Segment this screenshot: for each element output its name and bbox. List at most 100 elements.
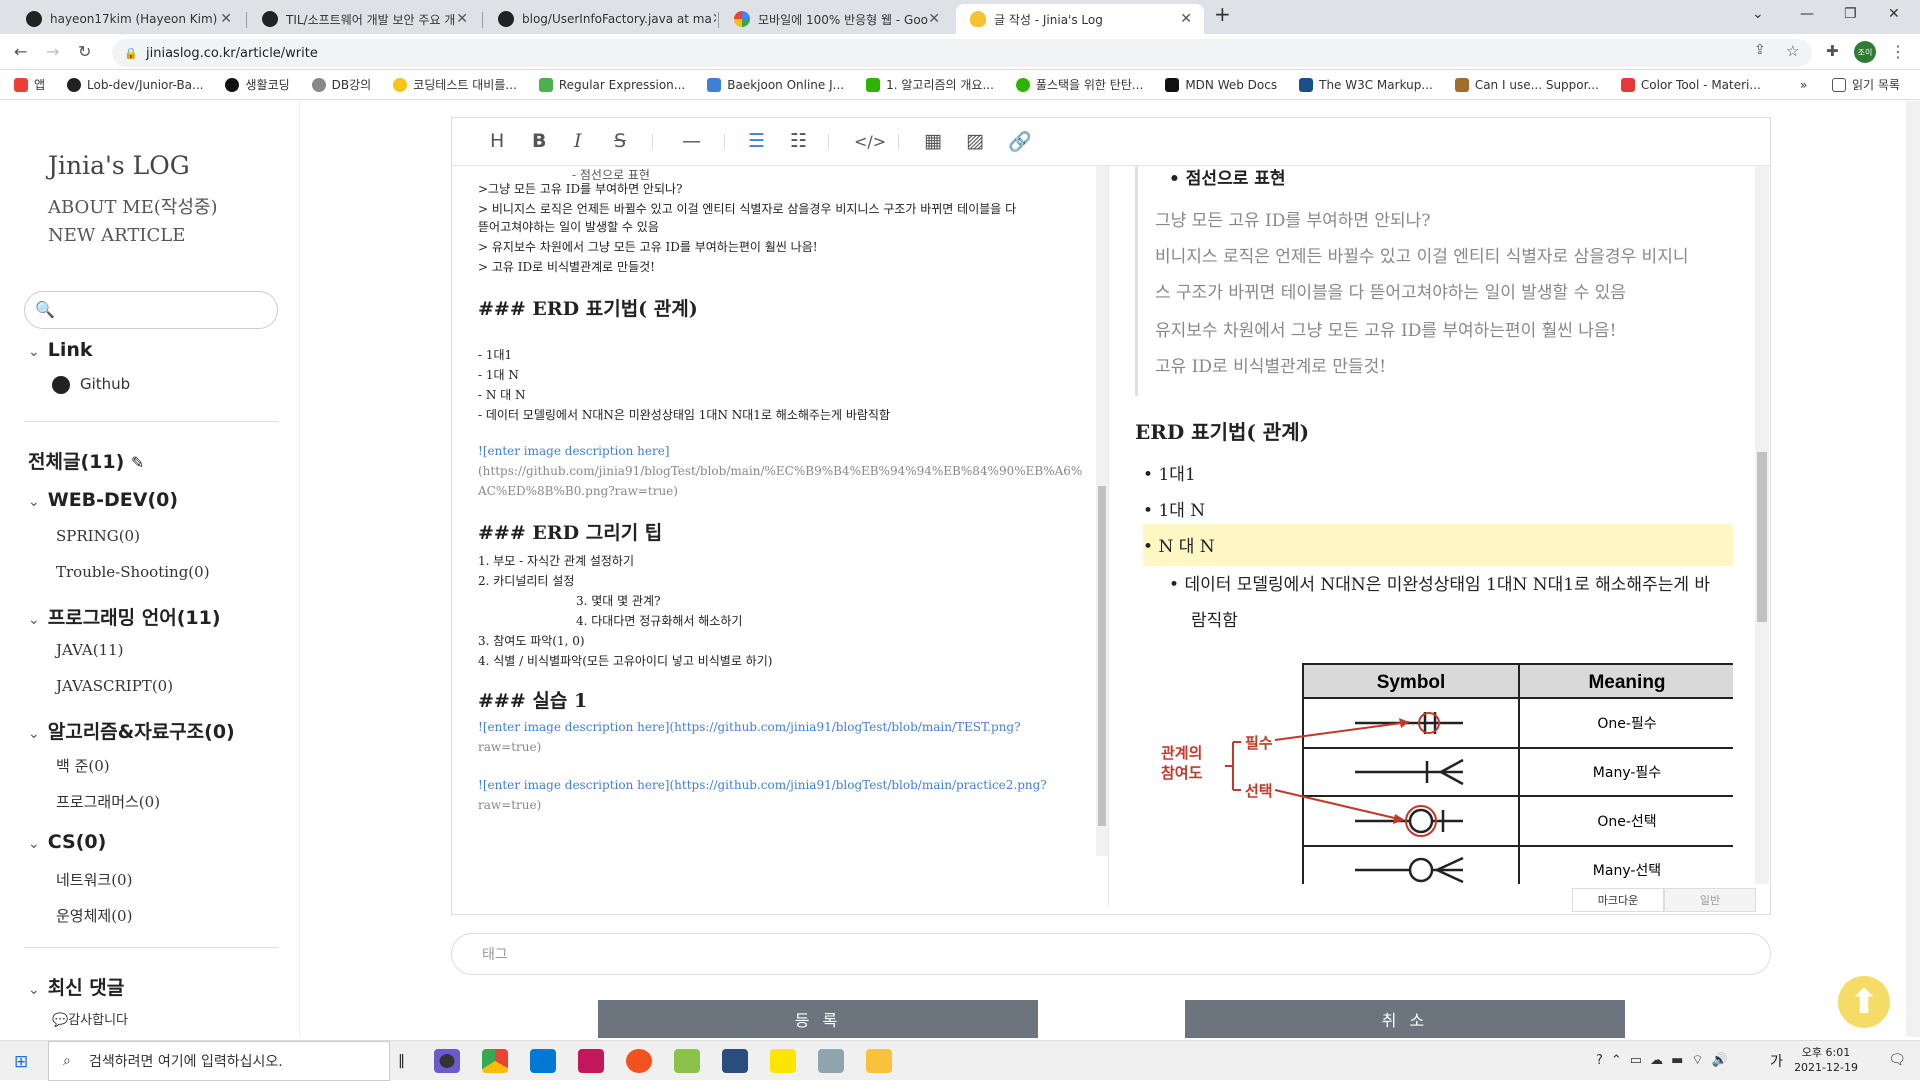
link-icon[interactable]: 🔗 (1008, 130, 1032, 153)
windows-start-icon[interactable]: ⊞ (14, 1052, 28, 1072)
nav-new-article[interactable]: NEW ARTICLE (48, 225, 185, 246)
browser-tab[interactable]: 모바일에 100% 반응형 웹 - Goo ✕ (720, 4, 952, 34)
blog-logo[interactable]: Jinia's LOG (48, 151, 190, 180)
close-tab-icon[interactable]: ✕ (712, 11, 716, 27)
category-algorithm[interactable]: ⌄ 알고리즘&자료구조(0) (28, 717, 235, 744)
category-item[interactable]: SPRING(0) (56, 527, 140, 545)
category-item[interactable]: JAVASCRIPT(0) (56, 677, 173, 695)
desktop-app-icon[interactable] (818, 1049, 844, 1073)
all-posts[interactable]: 전체글(11) ✎ (28, 447, 144, 474)
markdown-scrollbar[interactable] (1096, 166, 1108, 856)
category-web-dev[interactable]: ⌄ WEB-DEV(0) (28, 489, 178, 511)
chrome-icon[interactable] (482, 1049, 508, 1073)
profile-avatar[interactable]: 조이 (1854, 41, 1876, 63)
scroll-top-button[interactable]: ⬆ (1838, 976, 1890, 1028)
italic-icon[interactable]: I (574, 130, 582, 152)
link-github[interactable]: Github (52, 375, 130, 394)
pencil-icon[interactable]: ✎ (131, 453, 144, 472)
close-tab-icon[interactable]: ✕ (456, 11, 468, 27)
category-cs[interactable]: ⌄ CS(0) (28, 831, 106, 853)
vscode-icon[interactable] (530, 1049, 556, 1073)
comment-item[interactable]: 💬감사합니다 (52, 1009, 128, 1028)
mode-tab-wysiwyg[interactable]: 일반 (1664, 888, 1756, 912)
bookmark-item[interactable]: Color Tool - Materi... (1620, 77, 1761, 92)
minimize-icon[interactable]: — (1800, 6, 1814, 22)
strike-icon[interactable]: S (614, 130, 626, 152)
category-item[interactable]: Trouble-Shooting(0) (56, 563, 210, 581)
bookmark-item[interactable]: 앱 (14, 76, 45, 93)
postman-icon[interactable] (626, 1049, 652, 1073)
close-tab-icon[interactable]: ✕ (1180, 11, 1192, 27)
bookmarks-more[interactable]: » (1800, 78, 1807, 92)
browser-tab-active[interactable]: 글 작성 - Jinia's Log ✕ (956, 4, 1204, 34)
task-view-icon[interactable]: ‖ (398, 1053, 405, 1069)
bookmark-item[interactable]: 코딩테스트 대비를... (393, 76, 517, 93)
hr-icon[interactable]: — (682, 130, 701, 152)
heading-icon[interactable]: H (490, 130, 504, 152)
bookmark-item[interactable]: Baekjoon Online J... (707, 77, 844, 92)
notification-icon[interactable]: 🗨 (1888, 1052, 1906, 1068)
taskbar-app-icon[interactable] (434, 1049, 460, 1073)
link-section[interactable]: ⌄ Link (28, 339, 93, 361)
forward-icon[interactable]: → (46, 42, 59, 61)
bookmark-star-icon[interactable]: ☆ (1786, 42, 1799, 60)
bookmark-item[interactable]: 풀스택을 위한 탄탄... (1015, 76, 1143, 93)
back-icon[interactable]: ← (14, 42, 27, 61)
bullet-list-icon[interactable]: ☰ (748, 130, 765, 152)
share-icon[interactable]: ⇪ (1754, 42, 1766, 58)
recent-comments[interactable]: ⌄ 최신 댓글 (28, 973, 124, 1000)
sidebar-search-input[interactable]: 🔍 (24, 291, 278, 329)
file-explorer-icon[interactable] (866, 1049, 892, 1073)
category-item[interactable]: 운영체제(0) (56, 905, 132, 926)
preview-scrollbar[interactable] (1755, 166, 1769, 884)
browser-tab[interactable]: blog/UserInfoFactory.java at ma✕ (484, 4, 716, 34)
bookmark-item[interactable]: The W3C Markup... (1299, 77, 1433, 92)
ime-indicator[interactable]: 가 (1770, 1051, 1783, 1071)
scrollbar-thumb[interactable] (1098, 486, 1106, 826)
tag-input[interactable]: 태그 (451, 933, 1771, 975)
cancel-button[interactable]: 취 소 (1185, 1000, 1625, 1038)
bookmark-item[interactable]: DB강의 (311, 76, 371, 93)
bookmark-item[interactable]: 생활코딩 (225, 76, 290, 93)
close-tab-icon[interactable]: ✕ (928, 11, 940, 27)
nav-about-me[interactable]: ABOUT ME(작성중) (48, 193, 218, 219)
bookmark-item[interactable]: 1. 알고리즘의 개요... (866, 76, 994, 93)
ordered-list-icon[interactable]: ☷ (790, 130, 807, 152)
category-item[interactable]: JAVA(11) (56, 641, 124, 659)
image-icon[interactable]: ▨ (966, 130, 984, 152)
code-icon[interactable]: </> (854, 132, 886, 151)
category-item[interactable]: 네트워크(0) (56, 869, 132, 890)
scrollbar-thumb[interactable] (1757, 452, 1767, 622)
category-item[interactable]: 백 준(0) (56, 755, 110, 776)
bookmark-item[interactable]: Can I use... Suppor... (1454, 77, 1599, 92)
intellij-icon[interactable] (578, 1049, 604, 1073)
url-field[interactable]: 🔒 jiniaslog.co.kr/article/write (112, 39, 1812, 67)
category-programming[interactable]: ⌄ 프로그래밍 언어(11) (28, 603, 221, 630)
bookmark-item[interactable]: MDN Web Docs (1165, 77, 1277, 92)
markdown-input[interactable]: - 점선으로 표현 >그냥 모든 고유 ID를 부여하면 안되나? > 비니지스… (452, 166, 1096, 906)
bookmark-item[interactable]: Regular Expression... (538, 77, 685, 92)
taskbar-app-icon[interactable] (722, 1049, 748, 1073)
taskbar-app-icon[interactable] (674, 1049, 700, 1073)
system-tray-icons[interactable]: ?⌃▭☁▬⌔🔊 (1596, 1052, 1736, 1068)
clock[interactable]: 오후 6:01 2021-12-19 (1794, 1045, 1858, 1075)
page-scrollbar[interactable] (1906, 101, 1920, 1037)
bold-icon[interactable]: B (532, 130, 546, 152)
reading-list[interactable]: 읽기 목록 (1832, 76, 1900, 93)
reload-icon[interactable]: ↻ (78, 42, 91, 61)
mode-tab-markdown[interactable]: 마크다운 (1572, 888, 1664, 912)
tab-search-icon[interactable]: ⌄ (1752, 6, 1764, 22)
category-item[interactable]: 프로그래머스(0) (56, 791, 160, 812)
close-window-icon[interactable]: ✕ (1888, 6, 1900, 22)
new-tab-button[interactable]: + (1214, 2, 1231, 26)
bookmark-item[interactable]: Lob-dev/Junior-Ba... (67, 77, 203, 92)
extensions-icon[interactable]: ✚ (1826, 42, 1839, 60)
taskbar-search[interactable]: ⌕ 검색하려면 여기에 입력하십시오. (48, 1041, 390, 1081)
browser-tab[interactable]: TIL/소프트웨어 개발 보안 주요 개 ✕ (248, 4, 480, 34)
maximize-icon[interactable]: ❐ (1844, 6, 1857, 22)
kakaotalk-icon[interactable] (770, 1049, 796, 1073)
close-tab-icon[interactable]: ✕ (220, 11, 232, 27)
menu-icon[interactable]: ⋮ (1890, 42, 1906, 61)
browser-tab[interactable]: hayeon17kim (Hayeon Kim) ✕ (12, 4, 244, 34)
submit-button[interactable]: 등 록 (598, 1000, 1038, 1038)
